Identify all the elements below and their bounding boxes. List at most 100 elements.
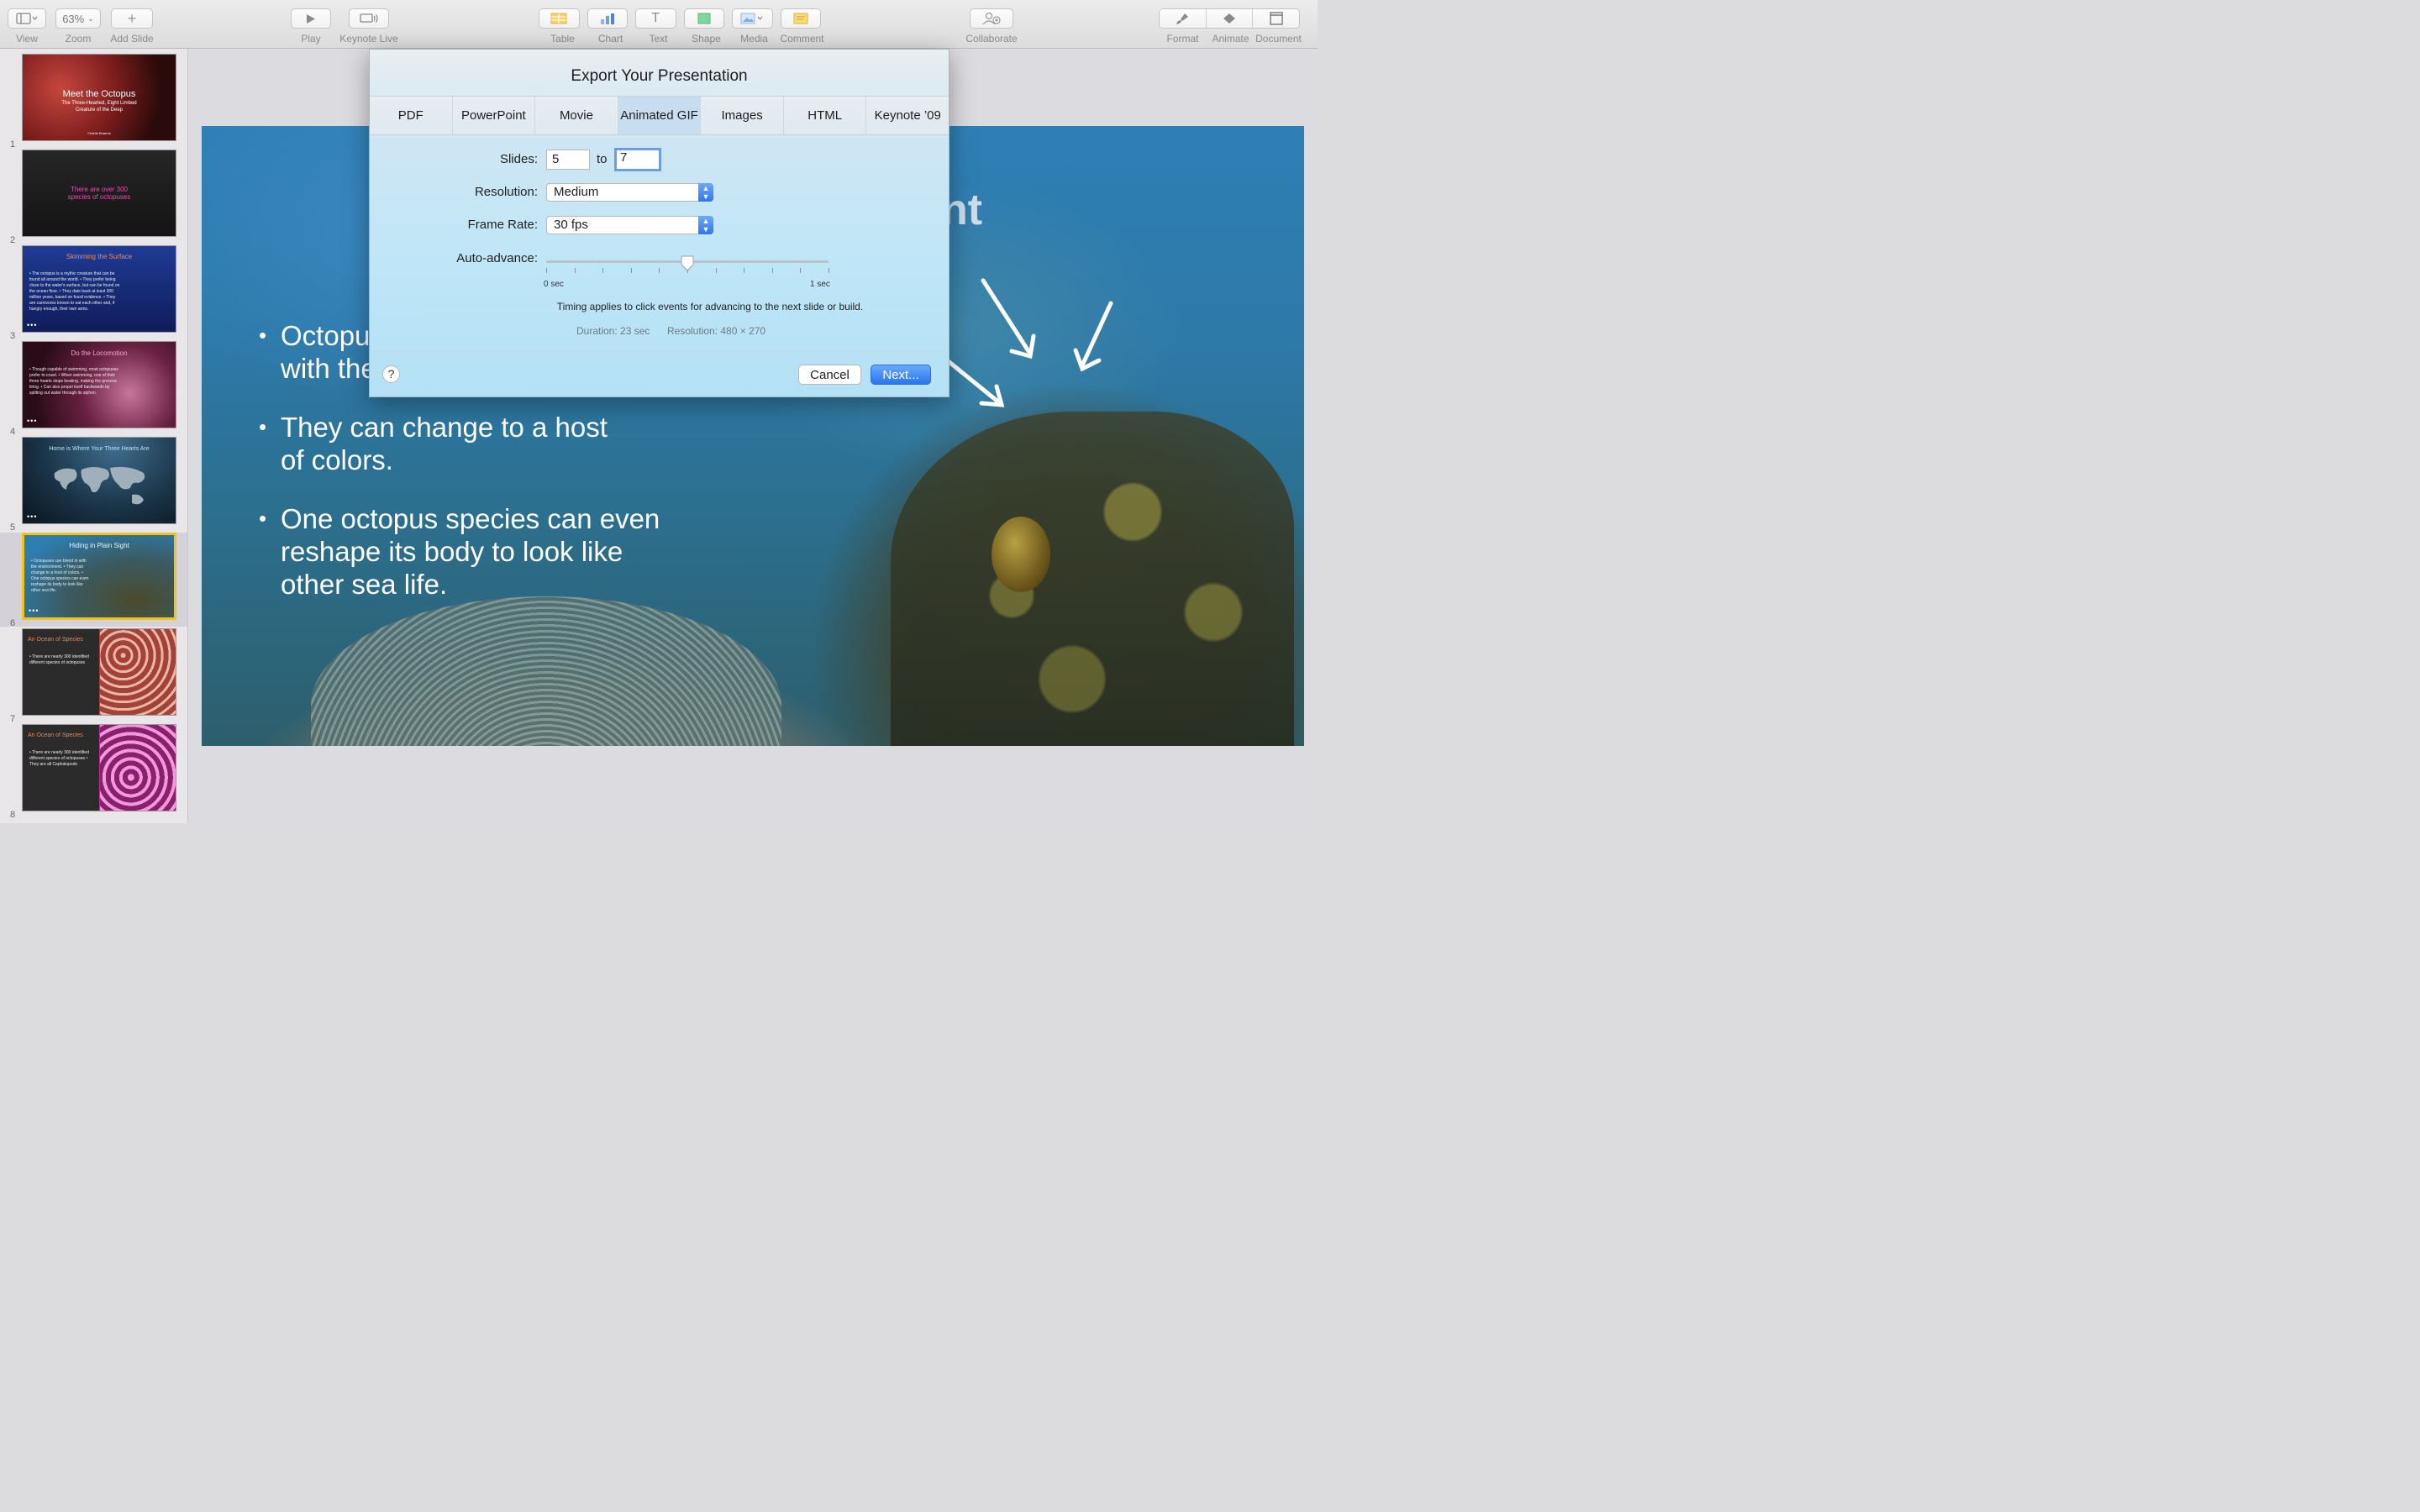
animate-label: Animate: [1212, 33, 1249, 45]
tab-powerpoint[interactable]: PowerPoint: [453, 97, 536, 134]
more-indicator: •••: [27, 321, 38, 329]
frame-rate-select[interactable]: 30 fps ▲ ▼: [546, 216, 713, 234]
insert-group: T Table Chart Text Shape Media Comment: [539, 8, 826, 45]
slide-body: • The octopus is a mythic creature that …: [29, 271, 120, 312]
octopus-eye-image: [992, 517, 1050, 592]
add-slide-control[interactable]: + Add Slide: [109, 8, 155, 45]
chevron-down-icon: ⌄: [87, 13, 94, 23]
slide-bullet: They can change to a host of colors.: [259, 411, 634, 476]
insert-segmented-control[interactable]: T: [539, 8, 821, 29]
slider-knob[interactable]: [680, 255, 695, 271]
inspector-segmented-control[interactable]: [1159, 8, 1300, 29]
keynote-live-label: Keynote Live: [339, 33, 398, 45]
format-button[interactable]: [1160, 9, 1207, 28]
slide-thumbnail[interactable]: Skimming the Surface • The octopus is a …: [22, 245, 176, 333]
shape-button[interactable]: [683, 8, 724, 29]
chart-button[interactable]: [587, 8, 628, 29]
text-button[interactable]: T: [635, 8, 676, 29]
tab-pdf[interactable]: PDF: [370, 97, 453, 134]
media-label: Media: [740, 33, 768, 45]
slide-thumbnail-row[interactable]: 5 Home is Where Your Three Hearts Are ••…: [0, 437, 187, 533]
frame-rate-value: 30 fps: [554, 218, 588, 232]
sidebar-layout-icon: [16, 13, 38, 24]
more-indicator: •••: [29, 606, 39, 615]
slide-thumbnail[interactable]: Do the Locomotion • Though capable of sw…: [22, 341, 176, 428]
keynote-live-button[interactable]: [349, 8, 389, 29]
arrow-annotation[interactable]: [1067, 298, 1118, 374]
slide-title: Meet the Octopus: [62, 89, 136, 99]
slide-thumbnail[interactable]: There are over 300 species of octopuses: [22, 150, 176, 237]
slide-thumbnail[interactable]: Meet the Octopus The Three-Hearted, Eigh…: [22, 54, 176, 141]
inspector-labels: Format Animate Document: [1159, 29, 1302, 45]
help-button[interactable]: ?: [382, 365, 400, 383]
document-button[interactable]: [1253, 9, 1299, 28]
slide-navigator[interactable]: 1 Meet the Octopus The Three-Hearted, Ei…: [0, 49, 188, 823]
resolution-label: Resolution:: [474, 185, 538, 199]
tab-keynote-09[interactable]: Keynote ’09: [866, 97, 949, 134]
keynote-live-control[interactable]: Keynote Live: [338, 8, 400, 45]
slide-title: An Ocean of Species: [28, 637, 83, 643]
arrow-annotation[interactable]: [941, 353, 1008, 412]
zoom-control[interactable]: 63% ⌄ Zoom: [55, 8, 101, 45]
media-button[interactable]: [732, 8, 773, 29]
table-button[interactable]: [539, 8, 580, 29]
tab-images[interactable]: Images: [701, 97, 784, 134]
tab-animated-gif[interactable]: Animated GIF: [618, 97, 702, 134]
up-down-chevron-icon: ▲ ▼: [698, 183, 713, 202]
chart-label: Chart: [597, 33, 623, 45]
collaborate-button[interactable]: [970, 8, 1013, 29]
more-indicator: •••: [27, 417, 38, 425]
slide-thumbnail-row-selected[interactable]: 6 Hiding in Plain Sight • Octopuses can …: [0, 533, 187, 628]
slide-thumbnail-selected[interactable]: Hiding in Plain Sight • Octopuses can bl…: [22, 533, 176, 620]
slide-thumbnail[interactable]: Home is Where Your Three Hearts Are •••: [22, 437, 176, 524]
play-control[interactable]: Play: [291, 8, 331, 45]
paintbrush-icon: [1176, 13, 1189, 24]
slide-number: 2: [10, 235, 16, 245]
view-label: View: [16, 33, 38, 45]
slides-from-field[interactable]: 5: [546, 150, 590, 170]
slide-thumbnail-row[interactable]: 1 Meet the Octopus The Three-Hearted, Ei…: [0, 54, 187, 150]
slide-thumbnail-row[interactable]: 8 An Ocean of Species • There are nearly…: [0, 724, 187, 820]
slide-thumbnail-row[interactable]: 3 Skimming the Surface • The octopus is …: [0, 245, 187, 341]
slide-body: • Though capable of swimming, most octop…: [29, 367, 118, 396]
table-label: Table: [550, 33, 575, 45]
slide-title: Hiding in Plain Sight: [69, 542, 129, 549]
next-button[interactable]: Next...: [871, 365, 931, 385]
text-icon: T: [651, 11, 660, 25]
view-button[interactable]: [8, 8, 46, 29]
resolution-value: Medium: [554, 185, 599, 199]
slider-tick: [716, 268, 717, 273]
slide-thumbnail-row[interactable]: 4 Do the Locomotion • Though capable of …: [0, 341, 187, 437]
zoom-label: Zoom: [65, 33, 92, 45]
zoom-value: 63%: [62, 12, 85, 25]
up-down-chevron-icon: ▲ ▼: [698, 216, 713, 234]
tab-movie[interactable]: Movie: [535, 97, 618, 134]
slider-tick: [631, 268, 632, 273]
animate-button[interactable]: [1206, 9, 1254, 28]
resolution-select[interactable]: Medium ▲ ▼: [546, 183, 713, 202]
tab-html[interactable]: HTML: [784, 97, 867, 134]
comment-button[interactable]: [780, 8, 821, 29]
zoom-select[interactable]: 63% ⌄: [55, 8, 101, 29]
slide-thumbnail[interactable]: An Ocean of Species • There are nearly 3…: [22, 724, 176, 811]
slide-thumbnail[interactable]: An Ocean of Species • There are nearly 3…: [22, 628, 176, 716]
slide-thumbnail-row[interactable]: 2 There are over 300 species of octopuse…: [0, 150, 187, 245]
animate-icon: [1223, 13, 1235, 24]
slide-title: Home is Where Your Three Hearts Are: [49, 446, 150, 452]
slide-body: • Octopuses can blend in with the enviro…: [31, 559, 89, 593]
add-slide-button[interactable]: +: [111, 8, 153, 29]
slide-author: Charlie Boarms: [87, 131, 111, 135]
slides-to-field[interactable]: 7: [614, 148, 661, 171]
collaborate-control[interactable]: Collaborate: [963, 8, 1020, 45]
view-control[interactable]: View: [7, 8, 47, 45]
cancel-button[interactable]: Cancel: [798, 365, 861, 385]
media-icon: [740, 13, 763, 24]
document-label: Document: [1255, 33, 1302, 45]
slide-thumbnail-row[interactable]: 7 An Ocean of Species • There are nearly…: [0, 628, 187, 724]
duration-text: Duration: 23 sec: [576, 325, 650, 337]
dialog-divider: [370, 351, 949, 352]
play-button[interactable]: [291, 8, 331, 29]
insert-labels: Table Chart Text Shape Media Comment: [539, 29, 826, 45]
slide-bullet-line: with the: [281, 353, 376, 384]
collaborate-label: Collaborate: [965, 33, 1018, 45]
